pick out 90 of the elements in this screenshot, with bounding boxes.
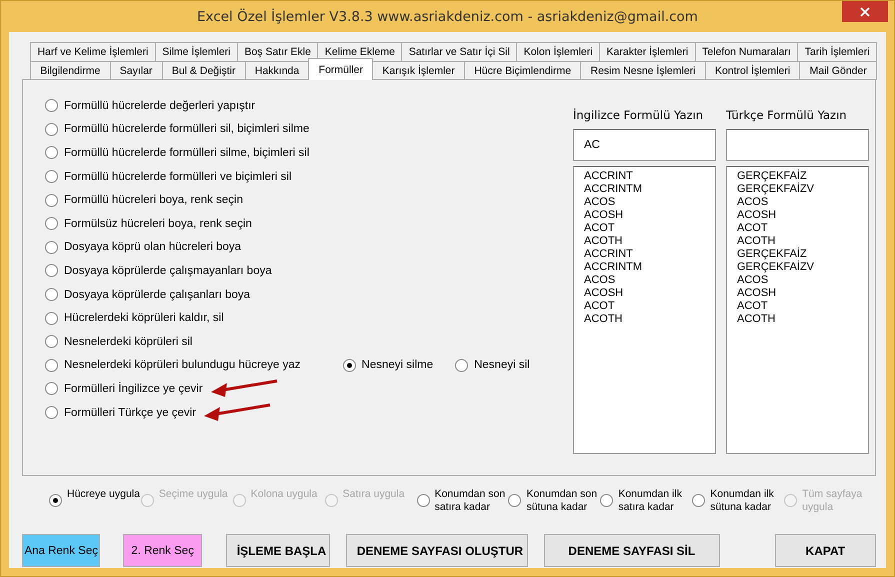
list-item[interactable]: ACOTH <box>737 235 868 248</box>
option-label: Formüllü hücrelerde formülleri sil, biçimleri silme <box>64 123 310 136</box>
radio-button[interactable] <box>45 240 58 254</box>
option-label: Konumdan son satıra kadar <box>434 488 506 514</box>
radio-button[interactable] <box>455 358 468 372</box>
list-item[interactable]: ACCRINT <box>584 170 715 183</box>
option-label: Nesnelerdeki köprüleri sil <box>64 336 192 348</box>
radio-button[interactable] <box>342 358 356 372</box>
list-item[interactable]: ACOTH <box>584 313 715 326</box>
list-item[interactable]: ACOS <box>737 196 868 209</box>
radio-button[interactable] <box>692 494 706 507</box>
list-item[interactable]: ACOT <box>584 222 715 235</box>
list-item[interactable]: ACOS <box>584 196 715 209</box>
formula-list[interactable]: GERÇEKFAİZ GERÇEKFAİZV ACOS ACOSH ACOT ACOTH GERÇEKFAİZ GERÇEKFAİZV ACOS ACOSH ACOT ACOTH <box>726 166 869 454</box>
radio-button[interactable] <box>45 335 58 348</box>
column-heading: İngilizce Formülü Yazın <box>573 108 704 122</box>
option-label: Dosyaya köprülerde çalışmayanları boya <box>64 264 272 277</box>
tab[interactable]: Mail Gönder <box>799 61 878 80</box>
option-label: Formülleri İngilizce ye çevir <box>64 382 203 395</box>
radio-button[interactable] <box>45 406 58 420</box>
action-button[interactable]: İŞLEME BAŞLA <box>226 534 330 567</box>
radio-button[interactable] <box>45 264 58 278</box>
list-item[interactable]: GERÇEKFAİZ <box>737 170 868 183</box>
column-heading: Türkçe Formülü Yazın <box>726 108 848 122</box>
tab[interactable]: Tarih İşlemleri <box>797 42 878 61</box>
option-label: Konumdan ilk sütuna kadar <box>710 488 775 514</box>
radio-button[interactable] <box>45 288 58 302</box>
option-label: Hücrelerdeki köprüleri kaldır, sil <box>64 312 224 324</box>
option-label: Formüllü hücrelerde değerleri yapıştır <box>64 100 256 112</box>
radio-button[interactable] <box>49 494 62 507</box>
radio-button[interactable] <box>600 494 614 507</box>
radio-button[interactable] <box>45 312 58 325</box>
option-label: Formülsüz hücreleri boya, renk seçin <box>64 218 252 230</box>
option-label: Konumdan son sütuna kadar <box>526 488 598 514</box>
option-label: Satıra uygula <box>342 488 406 501</box>
list-item[interactable]: ACCRINT <box>584 248 715 261</box>
option-label: Formüllü hücrelerde formülleri ve biçimleri sil <box>64 170 292 183</box>
option-label: Seçime uygula <box>158 488 229 501</box>
list-item[interactable]: ACOTH <box>584 235 715 248</box>
option-label: Nesneyi sil <box>474 359 530 372</box>
radio-button[interactable] <box>45 217 58 230</box>
action-button[interactable]: KAPAT <box>774 534 876 567</box>
radio-button[interactable] <box>45 382 58 396</box>
radio-button[interactable] <box>45 122 58 136</box>
list-item[interactable]: GERÇEKFAİZV <box>737 183 868 196</box>
radio-button[interactable] <box>508 494 522 507</box>
tab[interactable]: Bilgilendirme <box>30 61 111 80</box>
list-item[interactable]: ACOT <box>584 300 715 313</box>
list-item[interactable]: ACOT <box>737 222 868 235</box>
option-label: Formülleri Türkçe ye çevir <box>64 406 196 419</box>
radio-button[interactable] <box>45 358 58 372</box>
radio-button[interactable] <box>45 99 58 112</box>
option-label: Nesneyi silme <box>362 359 434 372</box>
list-item[interactable]: ACOTH <box>737 313 868 326</box>
option-label: Tüm sayfaya uygula <box>802 488 864 514</box>
tab[interactable]: Harf ve Kelime İşlemleri <box>30 42 156 61</box>
list-item[interactable]: GERÇEKFAİZ <box>737 248 868 261</box>
radio-button[interactable] <box>45 146 58 160</box>
option-label: Konumdan ilk satıra kadar <box>618 488 683 514</box>
option-label: Dosyaya köprü olan hücreleri boya <box>64 241 242 254</box>
option-label: Formüllü hücrelerde formülleri silme, biçimleri sil <box>64 146 310 159</box>
action-button[interactable]: DENEME SAYFASI SİL <box>544 534 720 567</box>
list-item[interactable]: GERÇEKFAİZV <box>737 261 868 274</box>
list-item[interactable]: ACOS <box>737 274 868 287</box>
formula-input-field[interactable]: AC <box>573 129 716 161</box>
option-label: Kolona uygula <box>250 488 318 501</box>
action-button[interactable]: DENEME SAYFASI OLUŞTUR <box>346 534 528 567</box>
option-label: Dosyaya köprülerde çalışanları boya <box>64 288 250 301</box>
list-item[interactable]: ACOT <box>737 300 868 313</box>
list-item[interactable]: ACCRINTM <box>584 183 715 196</box>
radio-button[interactable] <box>416 494 430 507</box>
list-item[interactable]: ACOSH <box>737 209 868 222</box>
formula-input-field[interactable] <box>726 129 869 161</box>
radio-button[interactable] <box>45 170 58 184</box>
tab[interactable]: Formüller <box>308 58 374 80</box>
option-label: Nesnelerdeki köprüleri bulundugu hücreye yaz <box>64 359 301 372</box>
radio-button[interactable] <box>45 194 58 207</box>
list-item[interactable]: ACOSH <box>584 287 715 300</box>
color-button[interactable]: 2. Renk Seç <box>123 534 202 567</box>
close-icon <box>860 6 870 16</box>
option-label: Formüllü hücreleri boya, renk seçin <box>64 194 243 206</box>
close-button[interactable] <box>842 1 888 22</box>
option-label: Hücreye uygula <box>67 488 140 501</box>
window-title: Excel Özel İşlemler V3.8.3 www.asriakdeniz.com - asriakdeniz@gmail.com <box>197 8 698 24</box>
list-item[interactable]: ACOSH <box>584 209 715 222</box>
list-item[interactable]: ACOS <box>584 274 715 287</box>
color-button[interactable]: Ana Renk Seç <box>22 534 100 567</box>
list-item[interactable]: ACOSH <box>737 287 868 300</box>
formula-list[interactable]: ACCRINT ACCRINTM ACOS ACOSH ACOT ACOTH ACCRINT ACCRINTM ACOS ACOSH ACOT ACOTH <box>573 166 716 454</box>
list-item[interactable]: ACCRINTM <box>584 261 715 274</box>
